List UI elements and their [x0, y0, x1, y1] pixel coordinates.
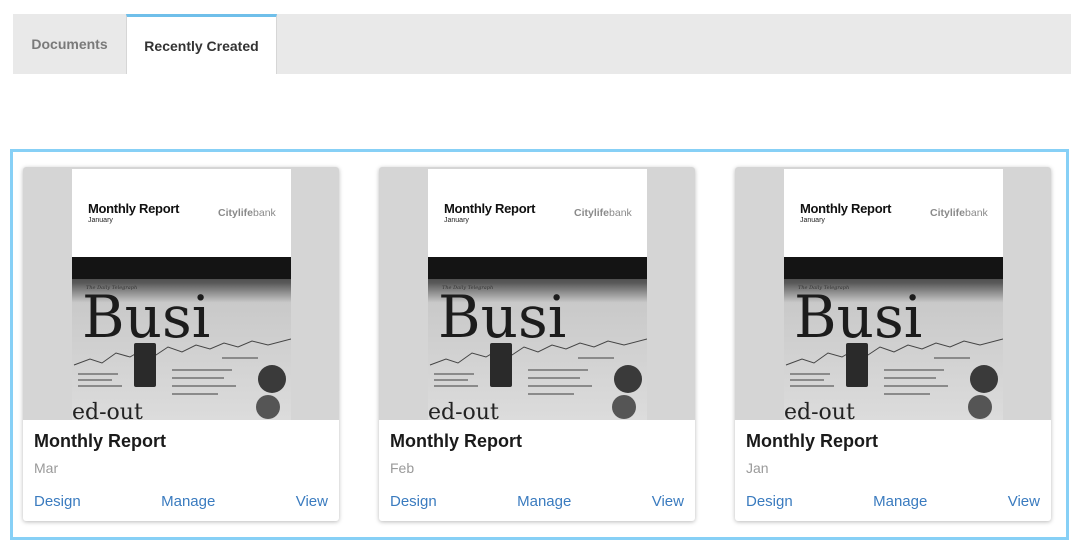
view-link[interactable]: View — [652, 493, 684, 513]
tab-recently-created[interactable]: Recently Created — [126, 14, 277, 74]
document-thumbnail[interactable]: Monthly Report January Citylifebank The … — [735, 167, 1051, 420]
cover-brand-logo: Citylifebank — [930, 207, 988, 219]
cover-subtitle: January — [444, 217, 469, 224]
svg-text:ed-out: ed-out — [428, 400, 499, 420]
newspaper-photo: The Daily Telegraph Busi ed-out — [784, 257, 1003, 420]
report-cover: Monthly Report January Citylifebank The … — [72, 169, 291, 420]
report-cover: Monthly Report January Citylifebank The … — [428, 169, 647, 420]
card-actions: Design Manage View — [390, 493, 684, 513]
cover-brand-logo: Citylifebank — [218, 207, 276, 219]
svg-text:Busi: Busi — [438, 283, 566, 351]
cover-title: Monthly Report — [444, 201, 536, 216]
cover-subtitle: January — [800, 217, 825, 224]
tab-documents[interactable]: Documents — [13, 14, 126, 74]
svg-text:Busi: Busi — [82, 283, 210, 351]
card-actions: Design Manage View — [34, 493, 328, 513]
view-link[interactable]: View — [296, 493, 328, 513]
card-title: Monthly Report — [390, 431, 522, 451]
document-card[interactable]: Monthly Report January Citylifebank The … — [379, 167, 695, 521]
card-actions: Design Manage View — [746, 493, 1040, 513]
card-title: Monthly Report — [34, 431, 166, 451]
view-link[interactable]: View — [1008, 493, 1040, 513]
manage-link[interactable]: Manage — [873, 493, 927, 513]
document-card[interactable]: Monthly Report January Citylifebank The … — [23, 167, 339, 521]
newspaper-photo: The Daily Telegraph Busi ed-out — [428, 257, 647, 420]
card-title: Monthly Report — [746, 431, 878, 451]
manage-link[interactable]: Manage — [161, 493, 215, 513]
card-date: Jan — [746, 460, 769, 476]
manage-link[interactable]: Manage — [517, 493, 571, 513]
tab-bar: Documents Recently Created — [13, 14, 1071, 74]
svg-text:ed-out: ed-out — [784, 400, 855, 420]
cover-brand-logo: Citylifebank — [574, 207, 632, 219]
cover-subtitle: January — [88, 217, 113, 224]
cover-title: Monthly Report — [88, 201, 180, 216]
svg-text:ed-out: ed-out — [72, 400, 143, 420]
card-date: Mar — [34, 460, 59, 476]
design-link[interactable]: Design — [746, 493, 793, 513]
document-card[interactable]: Monthly Report January Citylifebank The … — [735, 167, 1051, 521]
document-thumbnail[interactable]: Monthly Report January Citylifebank The … — [379, 167, 695, 420]
newspaper-photo: The Daily Telegraph Busi ed-out — [72, 257, 291, 420]
design-link[interactable]: Design — [34, 493, 81, 513]
design-link[interactable]: Design — [390, 493, 437, 513]
cover-title: Monthly Report — [800, 201, 892, 216]
report-cover: Monthly Report January Citylifebank The … — [784, 169, 1003, 420]
card-date: Feb — [390, 460, 415, 476]
document-thumbnail[interactable]: Monthly Report January Citylifebank The … — [23, 167, 339, 420]
svg-text:Busi: Busi — [794, 283, 922, 351]
